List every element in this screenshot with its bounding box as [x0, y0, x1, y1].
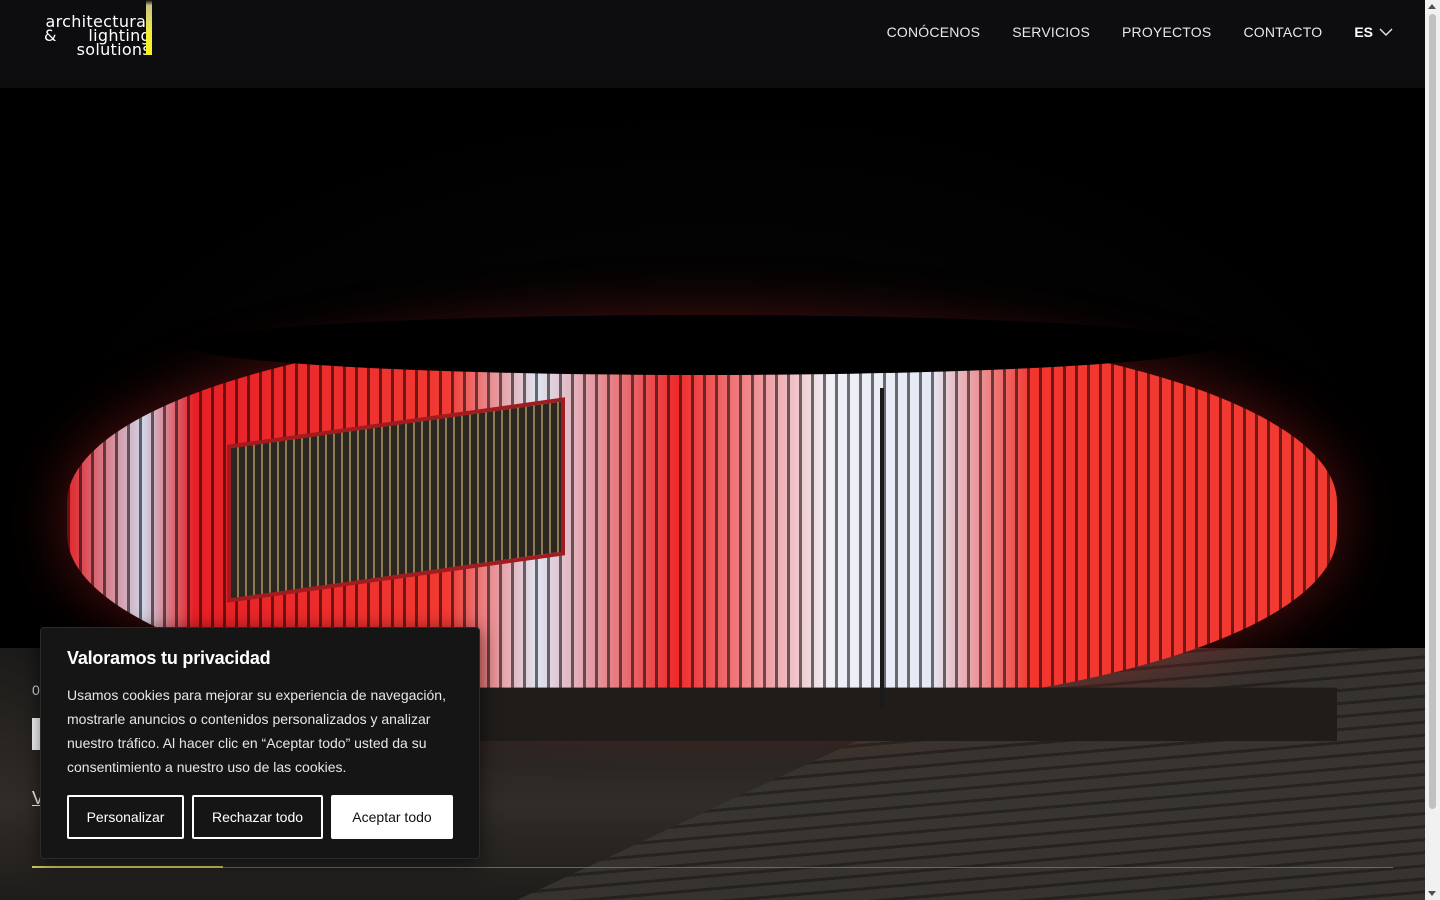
cookie-consent-banner: Valoramos tu privacidad Usamos cookies p… [40, 627, 480, 859]
nav-item-servicios[interactable]: SERVICIOS [1012, 24, 1090, 40]
brand-logo[interactable]: architectural & lighting solutions [32, 2, 157, 58]
nav-item-contacto[interactable]: CONTACTO [1243, 24, 1322, 40]
logo-text-line3: solutions [76, 40, 151, 59]
cookie-banner-text: Usamos cookies para mejorar su experienc… [67, 687, 446, 775]
logo-ampersand: & [44, 26, 57, 45]
hero-slide-number: 0 [32, 682, 40, 698]
light-pole [880, 388, 884, 708]
accept-all-button[interactable]: Aceptar todo [331, 795, 453, 839]
slide-progress-fill [32, 866, 223, 868]
cookie-button-group: Personalizar Rechazar todo Aceptar todo [67, 795, 461, 839]
hero-title [32, 718, 40, 750]
stadium-roof-shadow [187, 315, 1217, 375]
chevron-down-icon [1379, 28, 1393, 36]
reject-all-button[interactable]: Rechazar todo [192, 795, 323, 839]
site-header: architectural & lighting solutions CONÓC… [0, 0, 1425, 88]
page-scrollbar[interactable] [1425, 0, 1440, 900]
language-selector[interactable]: ES [1354, 24, 1393, 40]
scroll-down-icon[interactable] [1428, 891, 1436, 896]
cookie-banner-title: Valoramos tu privacidad [67, 648, 271, 668]
scroll-up-icon[interactable] [1428, 4, 1436, 9]
nav-item-proyectos[interactable]: PROYECTOS [1122, 24, 1211, 40]
slide-progress-track [32, 867, 1393, 868]
language-label: ES [1354, 24, 1373, 40]
customize-button[interactable]: Personalizar [67, 795, 184, 839]
logo-accent-bar [146, 0, 152, 55]
main-nav: CONÓCENOS SERVICIOS PROYECTOS CONTACTO E… [855, 24, 1393, 40]
nav-item-conocenos[interactable]: CONÓCENOS [887, 24, 981, 40]
scrollbar-thumb[interactable] [1429, 14, 1436, 809]
